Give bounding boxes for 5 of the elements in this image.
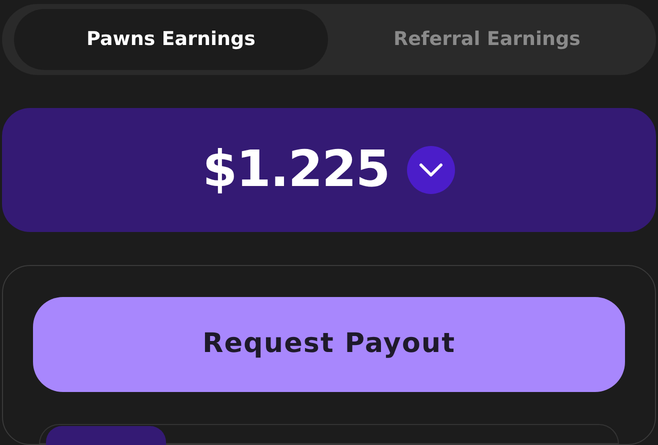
chevron-icon [419,162,444,177]
tab[interactable]: Referral Earnings [330,8,644,70]
request-payout-button[interactable]: Request Payout [33,297,625,392]
balance-amount: $1.225 [202,139,390,200]
tab[interactable]: Pawns Earnings [14,8,328,70]
